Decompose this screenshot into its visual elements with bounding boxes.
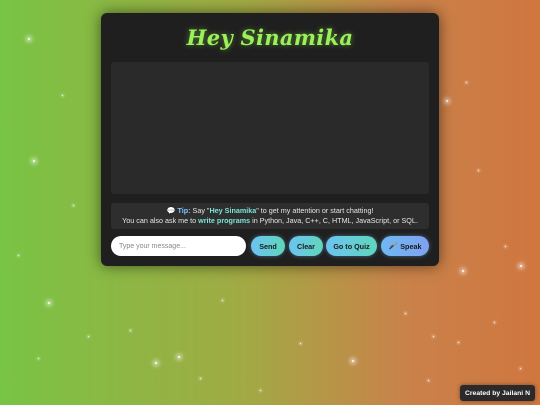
star <box>33 160 35 162</box>
star <box>18 255 19 256</box>
star <box>73 205 74 206</box>
star <box>433 336 434 337</box>
tip-text: Say " <box>190 206 210 215</box>
tip-text: You can also ask me to <box>122 216 199 225</box>
credit-badge: Created by Jailani N <box>460 385 535 401</box>
tip-highlight: write programs <box>198 216 251 225</box>
speech-bubble-icon: 💬 <box>166 206 176 215</box>
star <box>48 302 50 304</box>
microphone-icon: 🎤 <box>388 243 398 250</box>
star <box>28 38 30 40</box>
star <box>222 300 223 301</box>
star <box>200 378 201 379</box>
star <box>352 360 354 362</box>
app-title: Hey Sinamika <box>186 25 354 50</box>
star <box>520 368 521 369</box>
star <box>520 265 522 267</box>
star <box>466 82 467 83</box>
star <box>38 358 39 359</box>
go-to-quiz-button[interactable]: Go to Quiz <box>326 236 377 256</box>
tip-box: 💬 Tip: Say "Hey Sinamika" to get my atte… <box>111 203 429 229</box>
star <box>130 330 131 331</box>
star <box>478 170 479 171</box>
chat-window: Hey Sinamika 💬 Tip: Say "Hey Sinamika" t… <box>101 13 439 266</box>
message-input[interactable] <box>111 236 246 256</box>
send-button[interactable]: Send <box>251 236 285 256</box>
star <box>505 246 506 247</box>
speak-label: Speak <box>400 241 422 251</box>
star <box>446 100 448 102</box>
star <box>428 380 429 381</box>
star <box>178 356 180 358</box>
star <box>88 336 89 337</box>
input-row: Send Clear Go to Quiz 🎤Speak <box>111 236 431 256</box>
speak-button[interactable]: 🎤 Speak <box>381 236 429 256</box>
tip-line-1: 💬 Tip: Say "Hey Sinamika" to get my atte… <box>111 206 429 216</box>
star <box>260 390 261 391</box>
star <box>62 95 63 96</box>
chat-messages-area[interactable] <box>111 62 429 194</box>
clear-button[interactable]: Clear <box>289 236 323 256</box>
tip-wake-phrase: Hey Sinamika <box>209 206 257 215</box>
tip-line-2: You can also ask me to write programs in… <box>111 216 429 226</box>
tip-label: Tip: <box>177 206 191 215</box>
tip-text: in Python, Java, C++, C, HTML, JavaScrip… <box>250 216 418 225</box>
star <box>300 343 301 344</box>
star <box>405 313 406 314</box>
star <box>458 342 459 343</box>
star <box>494 322 495 323</box>
star <box>155 362 157 364</box>
star <box>462 270 464 272</box>
tip-text: " to get my attention or start chatting! <box>256 206 374 215</box>
